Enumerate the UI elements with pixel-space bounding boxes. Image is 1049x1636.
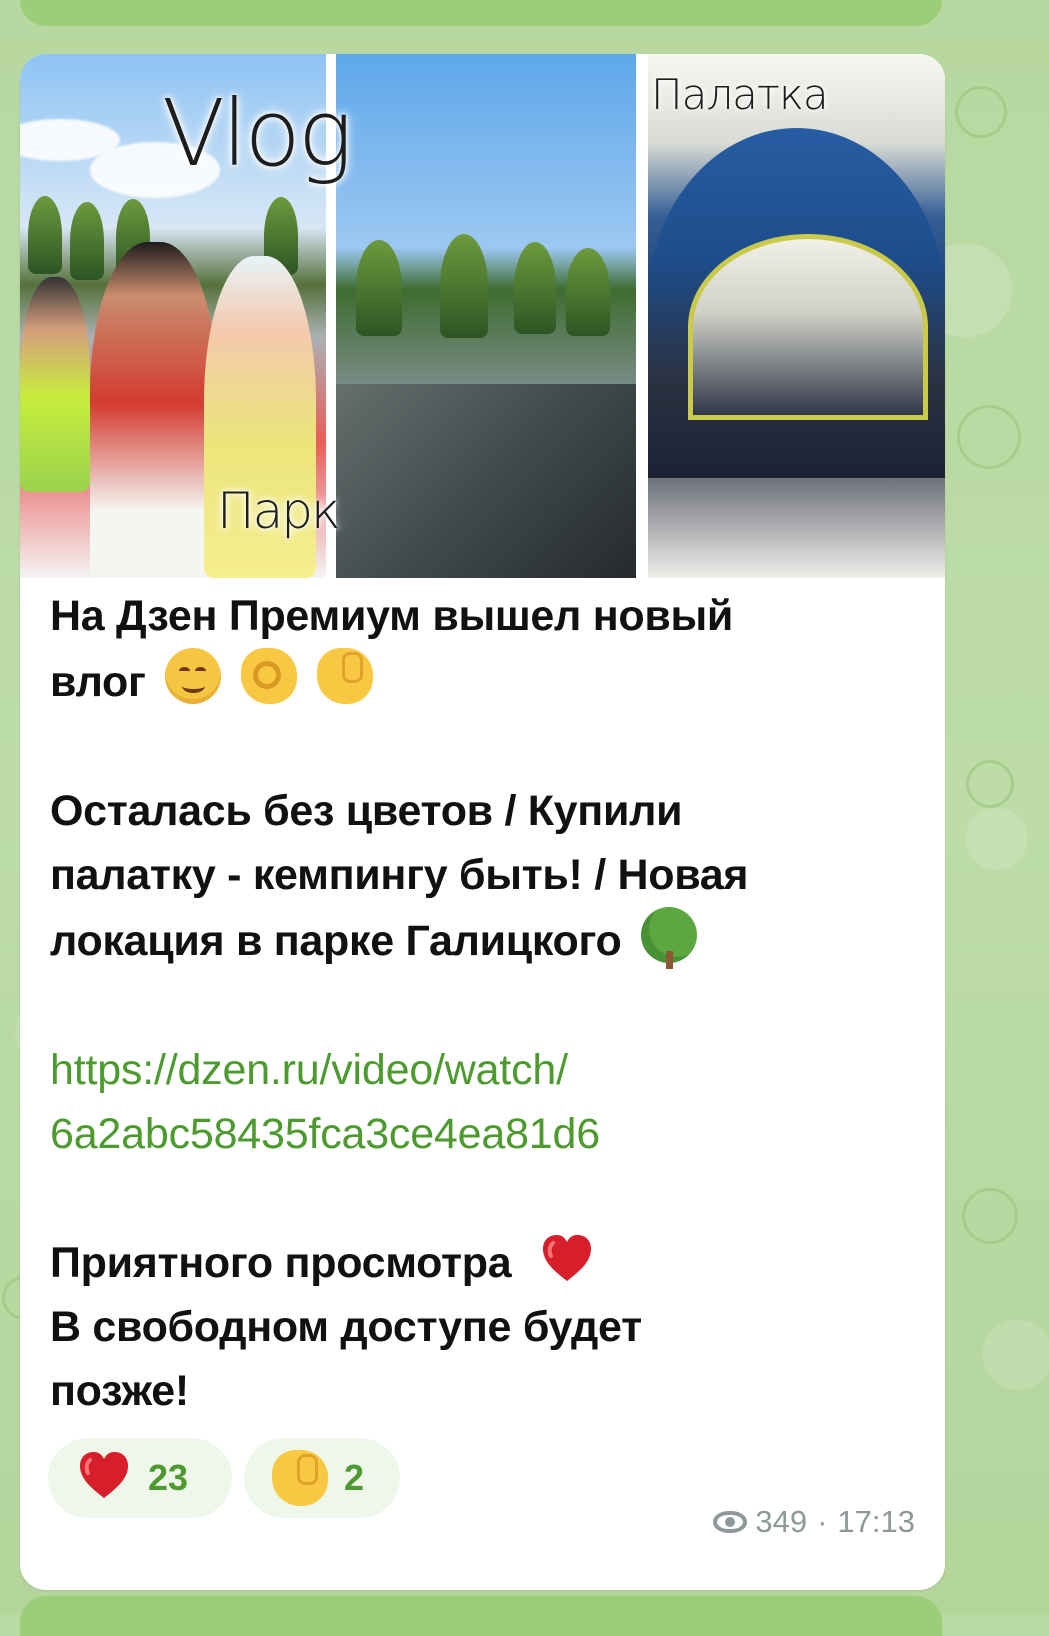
message-description-text: Осталась без цветов / Купили палатку - к… <box>50 779 920 973</box>
tent-photo-tile[interactable] <box>648 54 945 578</box>
ok-hand-icon <box>240 648 297 704</box>
thumbs-up-icon <box>272 1450 328 1506</box>
park-tree-shape <box>28 196 62 274</box>
heart-reaction-count: 23 <box>148 1457 189 1498</box>
park-tree-shape <box>356 240 402 336</box>
text-line: палатку - кемпингу быть! / Новая <box>50 851 749 899</box>
fountain-wall-shape <box>336 384 636 578</box>
reaction-bar: 23 2 <box>48 1438 400 1518</box>
message-closing-text: Приятного просмотра В свободном доступе … <box>50 1231 920 1423</box>
text-line: позже! <box>50 1367 189 1415</box>
background-doodle <box>962 1188 1018 1244</box>
video-link-line: https://dzen.ru/video/watch/ <box>50 1046 568 1094</box>
video-link[interactable]: https://dzen.ru/video/watch/ 6a2abc58435… <box>50 1038 920 1166</box>
channel-message-bubble[interactable]: Vlog Парк Палатка На Дзен Премиум вышел … <box>20 54 945 1590</box>
message-time: 17:13 <box>837 1504 915 1539</box>
background-doodle <box>966 760 1014 808</box>
text-line: В свободном доступе будет <box>50 1303 642 1351</box>
message-text: На Дзен Премиум вышел новый влог Осталас… <box>50 584 920 1423</box>
park-tree-shape <box>70 202 104 280</box>
red-heart-icon <box>543 1235 592 1281</box>
text-line: локация в парке Галицкого <box>50 917 622 965</box>
heart-reaction-button[interactable]: 23 <box>48 1438 232 1518</box>
vlog-label: Vlog <box>162 80 353 187</box>
view-count: 349 <box>755 1504 808 1539</box>
deciduous-tree-icon <box>641 907 698 969</box>
smile-mouth-icon <box>182 679 206 693</box>
text-line: Осталась без цветов / Купили <box>50 787 683 835</box>
media-collage[interactable]: Vlog Парк Палатка <box>20 54 945 578</box>
text-line: влог <box>50 658 146 706</box>
tent-label: Палатка <box>651 70 829 119</box>
text-line: Приятного просмотра <box>50 1239 512 1287</box>
background-doodle <box>957 405 1021 469</box>
thumbs-up-icon <box>316 648 373 704</box>
park-photo-tile[interactable] <box>336 54 636 578</box>
red-heart-icon <box>76 1450 132 1506</box>
eye-icon <box>713 1511 748 1533</box>
thumbs-up-reaction-count: 2 <box>344 1457 365 1498</box>
boy-figure <box>20 277 90 492</box>
background-doodle <box>955 86 1007 138</box>
park-tree-shape <box>566 248 610 336</box>
smiling-face-icon <box>165 648 222 704</box>
tent-entrance-shape <box>688 234 928 420</box>
message-heading-text: На Дзен Премиум вышел новый влог <box>50 584 920 714</box>
park-label: Парк <box>217 482 341 540</box>
red-heart-icon <box>80 1452 128 1498</box>
meta-separator: · <box>817 1504 828 1539</box>
next-message-bubble[interactable] <box>20 1596 942 1636</box>
woman-figure <box>90 242 218 578</box>
park-tree-shape <box>514 242 556 334</box>
text-line: На Дзен Премиум вышел новый <box>50 592 734 640</box>
thumbs-up-reaction-button[interactable]: 2 <box>244 1438 400 1518</box>
park-tree-shape <box>440 234 488 338</box>
red-heart-icon <box>539 1233 595 1283</box>
video-link-line: 6a2abc58435fca3ce4ea81d6 <box>50 1110 600 1158</box>
previous-message-bubble[interactable] <box>20 0 942 26</box>
message-meta: 349 · 17:13 <box>713 1504 915 1540</box>
